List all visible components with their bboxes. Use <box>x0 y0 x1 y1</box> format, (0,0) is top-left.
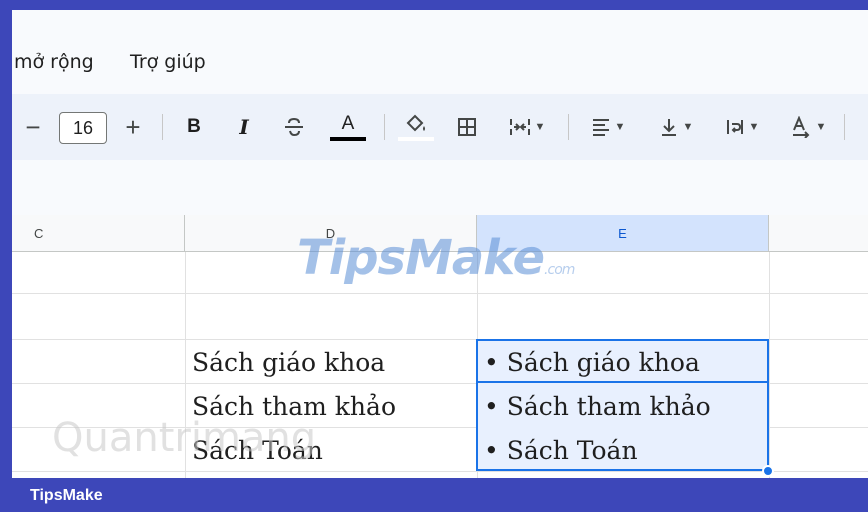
fill-color-swatch <box>398 137 434 141</box>
tipsmake-watermark: TipsMake.com <box>297 230 575 286</box>
merge-cells-button[interactable]: ▼ <box>502 94 552 160</box>
chevron-down-icon: ▼ <box>614 121 626 133</box>
text-rotation-icon <box>792 116 809 138</box>
chevron-down-icon: ▼ <box>815 121 827 133</box>
toolbar-divider <box>384 114 385 140</box>
text-wrapping-button[interactable]: ▼ <box>716 94 768 160</box>
column-header-c[interactable]: C <box>12 215 185 252</box>
chevron-down-icon: ▼ <box>682 121 694 133</box>
toolbar: − 16 + B I A ▼ ▼ ▼ ▼ ▼ <box>12 94 868 160</box>
merge-cells-icon <box>509 119 530 135</box>
menu-help[interactable]: Trợ giúp <box>130 51 206 73</box>
borders-button[interactable] <box>454 94 480 160</box>
text-wrap-icon <box>726 120 743 134</box>
text-color-swatch <box>330 137 366 141</box>
toolbar-divider <box>162 114 163 140</box>
fill-color-button[interactable] <box>398 94 434 160</box>
align-left-icon <box>592 119 609 136</box>
minus-icon: − <box>25 111 41 142</box>
fill-handle[interactable] <box>762 465 774 477</box>
text-color-button[interactable]: A <box>330 94 366 160</box>
vertical-align-button[interactable]: ▼ <box>650 94 702 160</box>
menu-bar: mở rộng Trợ giúp <box>12 10 868 90</box>
chevron-down-icon: ▼ <box>534 121 546 133</box>
italic-icon: I <box>239 115 249 139</box>
grid-divider <box>769 252 770 478</box>
cell-e2[interactable]: • Sách tham khảo <box>484 392 711 421</box>
text-rotation-button[interactable]: ▼ <box>782 94 834 160</box>
grid-divider <box>12 293 868 294</box>
column-header-f[interactable] <box>769 215 868 252</box>
paint-bucket-icon <box>406 114 425 132</box>
menu-extensions[interactable]: mở rộng <box>14 51 94 73</box>
increase-font-size-button[interactable]: + <box>120 94 146 160</box>
sheet-grid: C D E Sách giáo khoa Sách tham khảo Sách… <box>12 215 868 478</box>
quantrimang-watermark: Quantrimang <box>52 415 317 461</box>
footer-bar: TipsMake <box>0 478 868 512</box>
chevron-down-icon: ▼ <box>748 121 760 133</box>
grid-divider <box>12 471 868 472</box>
toolbar-divider <box>844 114 845 140</box>
text-color-icon: A <box>341 113 355 134</box>
bold-button[interactable]: B <box>182 94 206 160</box>
horizontal-align-button[interactable]: ▼ <box>582 94 634 160</box>
cell-e3[interactable]: • Sách Toán <box>484 436 638 465</box>
align-bottom-icon <box>661 119 676 136</box>
borders-icon <box>458 118 476 136</box>
cell-d1[interactable]: Sách giáo khoa <box>192 348 385 377</box>
footer-brand: TipsMake <box>30 487 103 504</box>
formula-bar-area <box>12 160 868 221</box>
strikethrough-button[interactable] <box>280 94 308 160</box>
font-size-input[interactable]: 16 <box>59 112 107 144</box>
plus-icon: + <box>125 111 141 142</box>
strikethrough-icon <box>285 117 303 137</box>
bold-icon: B <box>187 116 201 137</box>
decrease-font-size-button[interactable]: − <box>20 94 46 160</box>
spreadsheet-window: mở rộng Trợ giúp − 16 + B I A ▼ ▼ ▼ ▼ ▼ … <box>12 10 868 478</box>
italic-button[interactable]: I <box>232 94 256 160</box>
cell-e1[interactable]: • Sách giáo khoa <box>484 348 700 377</box>
toolbar-divider <box>568 114 569 140</box>
